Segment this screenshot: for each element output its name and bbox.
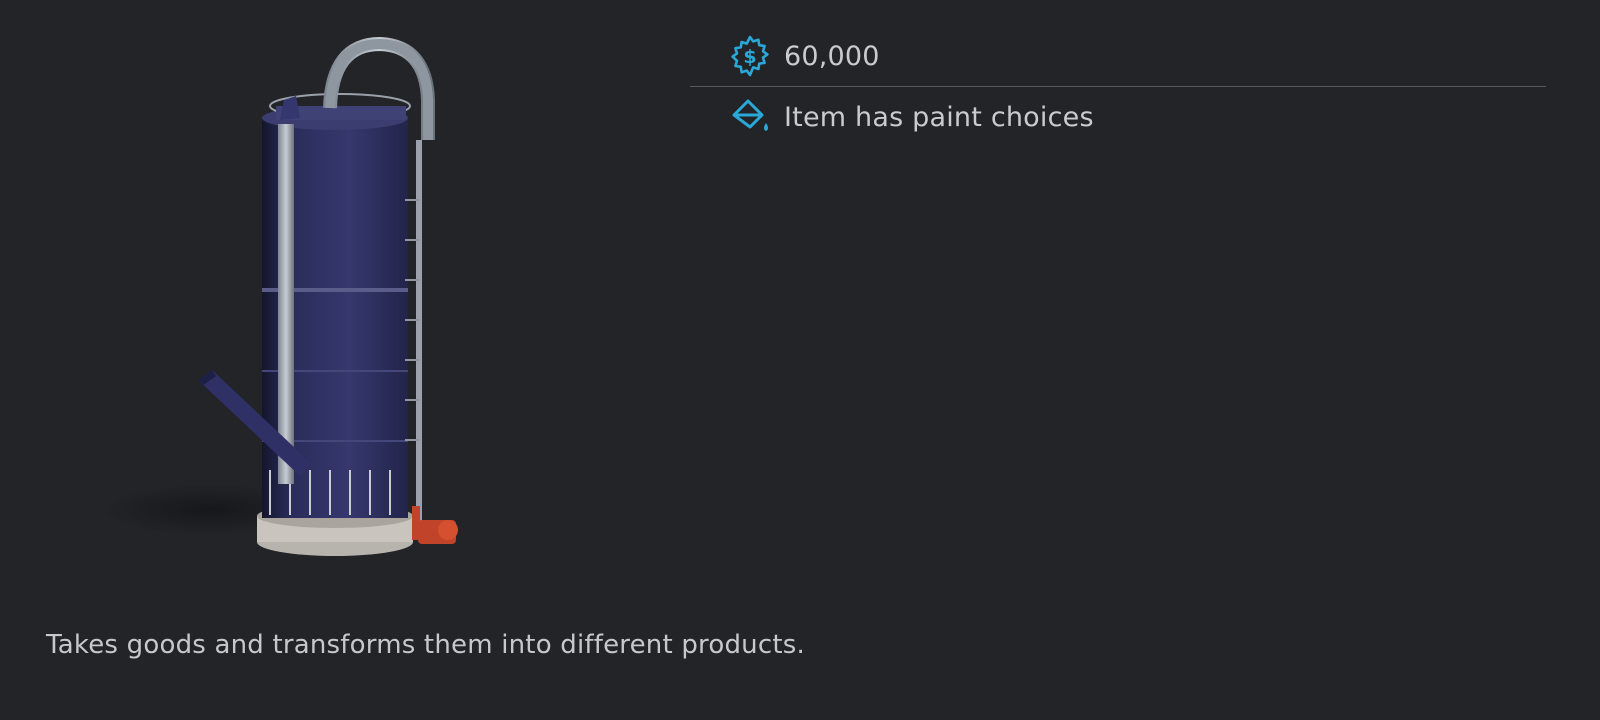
item-detail-panel: $ 60,000 Item has paint choices Takes go… <box>0 0 1600 720</box>
item-description: Takes goods and transforms them into dif… <box>46 630 805 660</box>
svg-text:$: $ <box>743 46 756 68</box>
price-value: 60,000 <box>784 40 880 72</box>
price-row: $ 60,000 <box>690 35 1546 77</box>
paint-choices-label: Item has paint choices <box>784 101 1094 133</box>
paint-bucket-icon <box>726 93 774 141</box>
item-preview-image <box>100 30 500 590</box>
dollar-gear-icon: $ <box>726 32 774 80</box>
paint-row: Item has paint choices <box>690 97 1546 137</box>
item-info: $ 60,000 Item has paint choices <box>690 0 1546 137</box>
divider <box>690 86 1546 87</box>
